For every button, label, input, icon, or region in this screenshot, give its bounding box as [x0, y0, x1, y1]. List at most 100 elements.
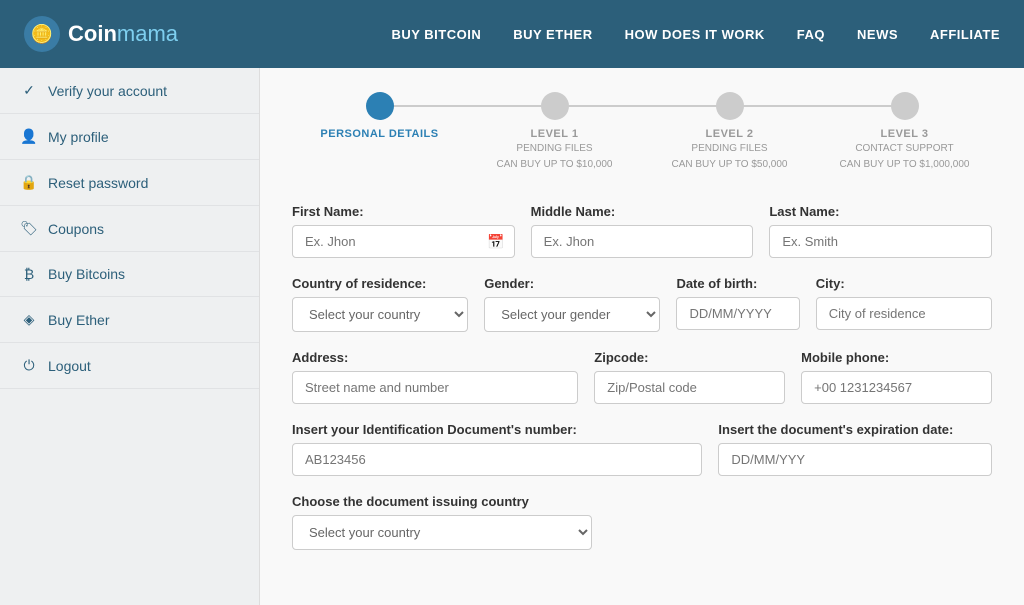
ether-icon: ◈ [20, 311, 38, 328]
country-gender-row: Country of residence: Select your countr… [292, 276, 992, 332]
nav-news[interactable]: NEWS [857, 27, 898, 42]
middle-name-input[interactable] [531, 225, 754, 258]
last-name-label: Last Name: [769, 204, 992, 219]
logo-mama: mama [117, 21, 178, 46]
step-sub1-4: CONTACT SUPPORT [855, 142, 953, 156]
zipcode-label: Zipcode: [594, 350, 785, 365]
id-row: Insert your Identification Document's nu… [292, 422, 992, 476]
address-row: Address: Zipcode: Mobile phone: [292, 350, 992, 404]
id-number-input[interactable] [292, 443, 702, 476]
first-name-group: First Name: 📅 [292, 204, 515, 258]
id-number-group: Insert your Identification Document's nu… [292, 422, 702, 476]
bitcoin-icon: ₿ [20, 266, 38, 282]
id-number-label: Insert your Identification Document's nu… [292, 422, 702, 437]
expiry-group: Insert the document's expiration date: [718, 422, 992, 476]
sidebar-item-coupons[interactable]: 🏷 Coupons [0, 206, 259, 252]
first-name-label: First Name: [292, 204, 515, 219]
sidebar-item-buy-ether[interactable]: ◈ Buy Ether [0, 297, 259, 343]
issuing-country-group: Choose the document issuing country Sele… [292, 494, 592, 550]
country-select[interactable]: Select your country United States United… [292, 297, 468, 332]
step-level-2: LEVEL 2 PENDING FILES CAN BUY UP TO $50,… [642, 92, 817, 172]
city-input[interactable] [816, 297, 992, 330]
sidebar-item-logout[interactable]: ⏻ Logout [0, 343, 259, 389]
gender-label: Gender: [484, 276, 660, 291]
step-sub2-4: CAN BUY UP TO $1,000,000 [840, 158, 970, 172]
step-label-2: LEVEL 1 [531, 128, 579, 140]
logo-text: Coinmama [68, 21, 178, 47]
step-sub1-3: PENDING FILES [691, 142, 767, 156]
nav-affiliate[interactable]: AFFILIATE [930, 27, 1000, 42]
step-sub2-2: CAN BUY UP TO $10,000 [497, 158, 613, 172]
layout: ✓ Verify your account 👤 My profile 🔒 Res… [0, 68, 1024, 605]
first-name-input-wrapper: 📅 [292, 225, 515, 258]
address-group: Address: [292, 350, 578, 404]
logout-icon: ⏻ [20, 357, 38, 374]
step-circle-2 [541, 92, 569, 120]
logo-icon: 🪙 [24, 16, 60, 52]
logo: 🪙 Coinmama [24, 16, 178, 52]
expiry-label: Insert the document's expiration date: [718, 422, 992, 437]
step-label-1: PERSONAL DETAILS [320, 128, 438, 140]
step-sub2-3: CAN BUY UP TO $50,000 [672, 158, 788, 172]
step-label-3: LEVEL 2 [706, 128, 754, 140]
sidebar-item-reset-password[interactable]: 🔒 Reset password [0, 160, 259, 206]
profile-icon: 👤 [20, 128, 38, 145]
sidebar-label-my-profile: My profile [48, 129, 109, 145]
sidebar-label-coupons: Coupons [48, 221, 104, 237]
sidebar-label-buy-bitcoins: Buy Bitcoins [48, 266, 125, 282]
expiry-input[interactable] [718, 443, 992, 476]
address-label: Address: [292, 350, 578, 365]
step-circle-4 [891, 92, 919, 120]
city-group: City: [816, 276, 992, 332]
gender-group: Gender: Select your gender Male Female O… [484, 276, 660, 332]
mobile-input[interactable] [801, 371, 992, 404]
mobile-group: Mobile phone: [801, 350, 992, 404]
header: 🪙 Coinmama BUY BITCOIN BUY ETHER HOW DOE… [0, 0, 1024, 68]
issuing-country-label: Choose the document issuing country [292, 494, 592, 509]
sidebar-label-reset-password: Reset password [48, 175, 148, 191]
issuing-country-select[interactable]: Select your country United States United… [292, 515, 592, 550]
country-group: Country of residence: Select your countr… [292, 276, 468, 332]
last-name-input[interactable] [769, 225, 992, 258]
mobile-label: Mobile phone: [801, 350, 992, 365]
nav-buy-ether[interactable]: BUY ETHER [513, 27, 592, 42]
progress-steps: PERSONAL DETAILS LEVEL 1 PENDING FILES C… [292, 92, 992, 172]
zipcode-input[interactable] [594, 371, 785, 404]
address-input[interactable] [292, 371, 578, 404]
sidebar-item-verify-account[interactable]: ✓ Verify your account [0, 68, 259, 114]
country-label: Country of residence: [292, 276, 468, 291]
step-level-1: LEVEL 1 PENDING FILES CAN BUY UP TO $10,… [467, 92, 642, 172]
city-label: City: [816, 276, 992, 291]
last-name-group: Last Name: [769, 204, 992, 258]
nav-faq[interactable]: FAQ [797, 27, 825, 42]
step-circle-1 [366, 92, 394, 120]
main-content: PERSONAL DETAILS LEVEL 1 PENDING FILES C… [260, 68, 1024, 605]
sidebar-label-logout: Logout [48, 358, 91, 374]
calendar-icon: 📅 [487, 233, 504, 250]
dob-group: Date of birth: [676, 276, 799, 332]
dob-label: Date of birth: [676, 276, 799, 291]
dob-input[interactable] [676, 297, 799, 330]
gender-select[interactable]: Select your gender Male Female Other [484, 297, 660, 332]
logo-coin: Coin [68, 21, 117, 46]
nav-buy-bitcoin[interactable]: BUY BITCOIN [391, 27, 481, 42]
check-icon: ✓ [20, 82, 38, 99]
name-row: First Name: 📅 Middle Name: Last Name: [292, 204, 992, 258]
sidebar-label-buy-ether: Buy Ether [48, 312, 109, 328]
zipcode-group: Zipcode: [594, 350, 785, 404]
sidebar-label-verify-account: Verify your account [48, 83, 167, 99]
personal-details-form: First Name: 📅 Middle Name: Last Name: [292, 204, 992, 550]
step-level-3: LEVEL 3 CONTACT SUPPORT CAN BUY UP TO $1… [817, 92, 992, 172]
lock-icon: 🔒 [20, 174, 38, 191]
step-circle-3 [716, 92, 744, 120]
middle-name-label: Middle Name: [531, 204, 754, 219]
issuing-country-row: Choose the document issuing country Sele… [292, 494, 992, 550]
sidebar-item-buy-bitcoins[interactable]: ₿ Buy Bitcoins [0, 252, 259, 297]
main-nav: BUY BITCOIN BUY ETHER HOW DOES IT WORK F… [391, 27, 1000, 42]
step-sub1-2: PENDING FILES [516, 142, 592, 156]
middle-name-group: Middle Name: [531, 204, 754, 258]
nav-how-it-works[interactable]: HOW DOES IT WORK [625, 27, 765, 42]
step-label-4: LEVEL 3 [881, 128, 929, 140]
sidebar-item-my-profile[interactable]: 👤 My profile [0, 114, 259, 160]
first-name-input[interactable] [292, 225, 515, 258]
